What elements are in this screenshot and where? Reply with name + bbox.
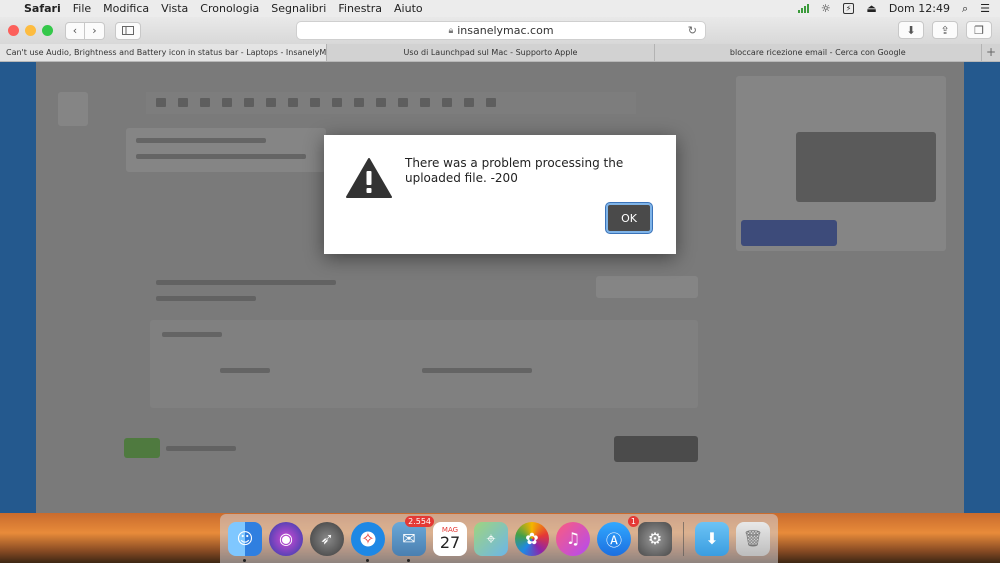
- tab-launchpad[interactable]: Uso di Launchpad sul Mac - Supporto Appl…: [327, 44, 655, 61]
- dock-maps[interactable]: ⌖: [474, 521, 508, 556]
- menu-modifica[interactable]: Modifica: [103, 2, 149, 15]
- uploaded-files-panel: [150, 320, 698, 408]
- photos-flower-icon: ✿: [525, 529, 539, 548]
- map-icon: ⌖: [486, 528, 496, 548]
- page-right-gutter: [964, 62, 1000, 513]
- menu-vista[interactable]: Vista: [161, 2, 188, 15]
- menu-finestra[interactable]: Finestra: [338, 2, 382, 15]
- submit-reply-button: [614, 436, 698, 462]
- warning-icon: [346, 158, 392, 198]
- tab-google-search[interactable]: bloccare ricezione email - Cerca con Goo…: [655, 44, 982, 61]
- menu-aiuto[interactable]: Aiuto: [394, 2, 423, 15]
- dock-calendar[interactable]: MAG 27: [433, 521, 467, 556]
- address-bar[interactable]: 🔒︎ insanelymac.com ↻: [296, 21, 706, 40]
- siri-icon: ◉: [279, 529, 293, 548]
- editor-toolbar: [146, 92, 636, 114]
- page-left-gutter: [0, 62, 36, 513]
- page-content-dimmed: [36, 62, 964, 513]
- ad-button: [741, 220, 837, 246]
- music-note-icon: ♫: [565, 529, 581, 548]
- toolbar-right-buttons: ⬇ ⇪ ❐: [898, 21, 992, 39]
- calendar-day: 27: [439, 532, 461, 552]
- rocket-icon: ➶: [320, 529, 334, 548]
- choose-files-button: [596, 276, 698, 298]
- tabs-overview-icon: ❐: [974, 23, 984, 37]
- dock-launchpad[interactable]: ➶: [310, 521, 344, 556]
- error-alert-dialog: There was a problem processing the uploa…: [324, 135, 676, 254]
- mail-stamp-icon: ✉: [402, 529, 416, 548]
- menu-segnalibri[interactable]: Segnalibri: [271, 2, 326, 15]
- dock-safari[interactable]: ✧: [351, 521, 385, 562]
- eject-icon[interactable]: ⏏: [866, 2, 876, 15]
- brightness-icon[interactable]: ☼: [821, 2, 831, 15]
- lock-icon: 🔒︎: [448, 25, 454, 36]
- show-tabs-button[interactable]: ❐: [966, 21, 992, 39]
- minimize-window-button[interactable]: [25, 25, 36, 36]
- web-page-overlay: [0, 62, 1000, 513]
- reload-icon[interactable]: ↻: [688, 24, 697, 37]
- forward-button[interactable]: ›: [85, 21, 105, 40]
- menu-bar: Safari File Modifica Vista Cronologia Se…: [0, 0, 1000, 17]
- menu-file[interactable]: File: [73, 2, 91, 15]
- dock-finder[interactable]: ☺: [228, 521, 262, 562]
- share-icon: ⇪: [940, 23, 950, 37]
- new-tab-button[interactable]: +: [982, 44, 1000, 61]
- zoom-window-button[interactable]: [42, 25, 53, 36]
- tab-insanelymac[interactable]: Can't use Audio, Brightness and Battery …: [0, 44, 328, 61]
- spotlight-search-icon[interactable]: ⌕: [962, 2, 968, 16]
- compass-icon: ✧: [361, 529, 375, 548]
- navigation-buttons: ‹ ›: [65, 21, 105, 40]
- close-window-button[interactable]: [8, 25, 19, 36]
- alert-message: There was a problem processing the uploa…: [405, 156, 624, 185]
- dock-downloads-folder[interactable]: ⬇: [695, 521, 729, 556]
- ad-car-image: [796, 132, 936, 202]
- sidebar-icon: [122, 26, 134, 35]
- menu-cronologia[interactable]: Cronologia: [200, 2, 259, 15]
- downloads-folder-icon: ⬇: [705, 529, 719, 548]
- app-store-update-badge: 1: [627, 515, 639, 527]
- avatar: [58, 92, 88, 126]
- downloads-button[interactable]: ⬇: [898, 21, 924, 39]
- trash-icon: 🗑︎: [742, 529, 764, 548]
- dock-siri[interactable]: ◉: [269, 521, 303, 556]
- tab-bar: Can't use Audio, Brightness and Battery …: [0, 44, 1000, 62]
- battery-icon[interactable]: ⚡: [842, 3, 855, 14]
- menu-app-name[interactable]: Safari: [24, 2, 61, 15]
- dock: ☺ ◉ ➶ ✧ ✉ 2.554 MAG 27 ⌖ ✿ ♫ Ⓐ 1 ⚙ ⬇ 🗑︎: [220, 514, 778, 563]
- notification-center-icon[interactable]: ☰: [980, 2, 990, 15]
- sidebar-toggle-button[interactable]: [115, 21, 141, 40]
- chevron-right-icon: ›: [92, 24, 97, 37]
- dock-mail[interactable]: ✉ 2.554: [392, 515, 434, 562]
- ok-button[interactable]: OK: [606, 203, 652, 233]
- share-button[interactable]: ⇪: [932, 21, 958, 39]
- dock-itunes[interactable]: ♫: [556, 521, 590, 556]
- chevron-left-icon: ‹: [72, 24, 78, 37]
- dock-app-store[interactable]: Ⓐ 1: [597, 515, 639, 556]
- window-controls: [8, 25, 53, 36]
- gear-icon: ⚙: [647, 529, 663, 548]
- plus-icon: +: [985, 45, 997, 59]
- signal-icon[interactable]: [797, 4, 809, 13]
- status-area: ☼ ⚡ ⏏ Dom 12:49 ⌕ ☰: [797, 2, 990, 16]
- dock-separator: [683, 521, 684, 556]
- safari-toolbar: ‹ › 🔒︎ insanelymac.com ↻ ⬇ ⇪ ❐: [0, 17, 1000, 44]
- toggle-switch: [124, 438, 160, 458]
- clock[interactable]: Dom 12:49: [889, 2, 950, 15]
- dock-photos[interactable]: ✿: [515, 521, 549, 556]
- app-store-icon: Ⓐ: [605, 530, 622, 550]
- dock-trash[interactable]: 🗑︎: [736, 521, 770, 556]
- download-icon: ⬇: [906, 23, 916, 37]
- quoted-post: [126, 128, 326, 172]
- mail-unread-badge: 2.554: [405, 515, 434, 527]
- finder-icon: ☺: [236, 529, 254, 548]
- dock-system-preferences[interactable]: ⚙: [638, 521, 672, 556]
- url-text: insanelymac.com: [457, 24, 554, 37]
- back-button[interactable]: ‹: [65, 21, 85, 40]
